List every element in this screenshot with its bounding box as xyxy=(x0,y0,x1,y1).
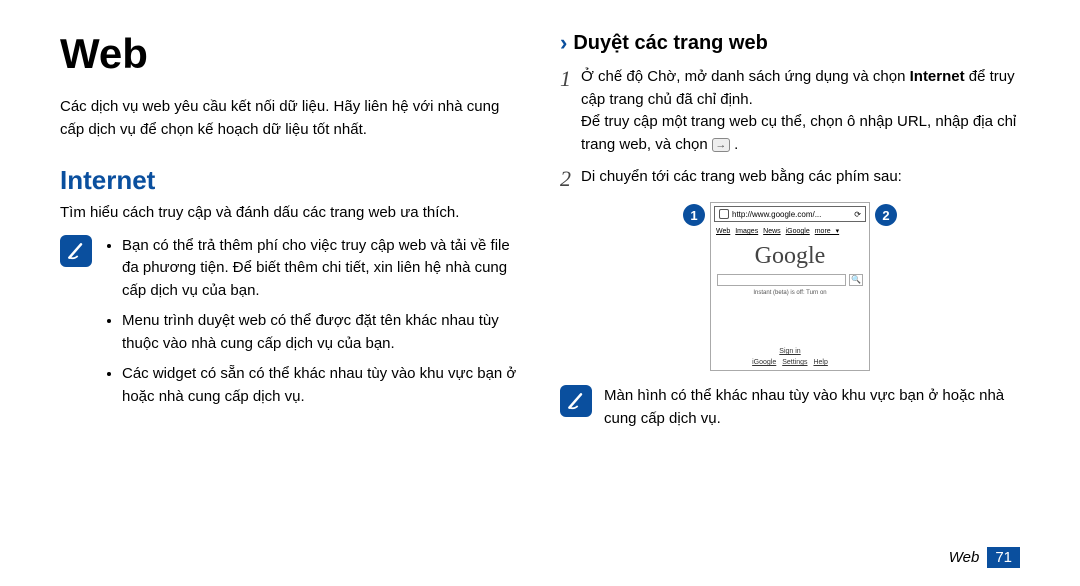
globe-icon xyxy=(719,209,729,219)
note-item: Các widget có sẵn có thể khác nhau tùy v… xyxy=(122,363,520,408)
intro-text: Các dịch vụ web yêu cầu kết nối dữ liệu.… xyxy=(60,96,520,141)
nav-link[interactable]: News xyxy=(763,228,781,235)
step1-text-a: Ở chế độ Chờ, mở danh sách ứng dụng và c… xyxy=(581,68,910,85)
callout-badge-1: 1 xyxy=(683,204,705,226)
bottom-link[interactable]: Help xyxy=(813,359,827,366)
search-button[interactable]: 🔍 xyxy=(849,274,863,286)
step-body: Ở chế độ Chờ, mở danh sách ứng dụng và c… xyxy=(581,66,1020,156)
step2-text: Di chuyển tới các trang web bằng các phí… xyxy=(581,166,902,192)
note-block-left: Bạn có thể trả thêm phí cho việc truy cậ… xyxy=(60,235,520,417)
section-title-internet: Internet xyxy=(60,165,520,196)
instant-text: Instant (beta) is off: Turn on xyxy=(711,290,869,346)
sub-heading: › Duyệt các trang web xyxy=(560,30,1020,56)
nav-link[interactable]: more ▾ xyxy=(815,228,839,235)
step-1: 1 Ở chế độ Chờ, mở danh sách ứng dụng và… xyxy=(560,66,1020,156)
bottom-link[interactable]: iGoogle xyxy=(752,359,776,366)
browser-screenshot: http://www.google.com/... ⟳ Web Images N… xyxy=(710,202,870,371)
step1-bold: Internet xyxy=(910,68,965,85)
footer-page-number: 71 xyxy=(987,547,1020,568)
callout-badge-2: 2 xyxy=(875,204,897,226)
note-icon xyxy=(60,235,92,267)
bottom-link[interactable]: Settings xyxy=(782,359,807,366)
go-arrow-icon: → xyxy=(712,138,730,152)
footer: Web 71 xyxy=(949,547,1020,568)
nav-links: Web Images News iGoogle more ▾ xyxy=(711,225,869,237)
step-2: 2 Di chuyển tới các trang web bằng các p… xyxy=(560,166,1020,192)
refresh-icon[interactable]: ⟳ xyxy=(854,210,861,219)
step-number: 2 xyxy=(560,166,571,192)
nav-link[interactable]: Images xyxy=(735,228,758,235)
note-item: Menu trình duyệt web có thể được đặt tên… xyxy=(122,310,520,355)
search-row: 🔍 xyxy=(711,274,869,290)
nav-link[interactable]: Web xyxy=(716,228,730,235)
url-bar[interactable]: http://www.google.com/... ⟳ xyxy=(714,206,866,222)
step1-text-d: . xyxy=(730,136,738,153)
search-input[interactable] xyxy=(717,274,846,286)
chevron-right-icon: › xyxy=(560,30,567,56)
section-desc: Tìm hiểu cách truy cập và đánh dấu các t… xyxy=(60,202,520,225)
bottom-links: iGoogle Settings Help xyxy=(711,357,869,370)
step-number: 1 xyxy=(560,66,571,156)
note-after-text: Màn hình có thể khác nhau tùy vào khu vự… xyxy=(604,385,1020,430)
note-item: Bạn có thể trả thêm phí cho việc truy cậ… xyxy=(122,235,520,303)
footer-label: Web xyxy=(949,549,980,566)
left-column: Web Các dịch vụ web yêu cầu kết nối dữ l… xyxy=(60,30,520,444)
step1-text-c: Để truy cập một trang web cụ thể, chọn ô… xyxy=(581,113,1016,153)
signin-link[interactable]: Sign in xyxy=(711,346,869,357)
sub-heading-text: Duyệt các trang web xyxy=(573,32,768,55)
right-column: › Duyệt các trang web 1 Ở chế độ Chờ, mở… xyxy=(560,30,1020,444)
page-title: Web xyxy=(60,30,520,78)
nav-link[interactable]: iGoogle xyxy=(786,228,810,235)
note-list: Bạn có thể trả thêm phí cho việc truy cậ… xyxy=(104,235,520,417)
screenshot-wrap: 1 2 http://www.google.com/... ⟳ Web Imag… xyxy=(675,202,905,371)
url-text: http://www.google.com/... xyxy=(732,210,821,219)
note-block-right: Màn hình có thể khác nhau tùy vào khu vự… xyxy=(560,385,1020,430)
note-icon xyxy=(560,385,592,417)
google-logo: Google xyxy=(711,237,869,274)
